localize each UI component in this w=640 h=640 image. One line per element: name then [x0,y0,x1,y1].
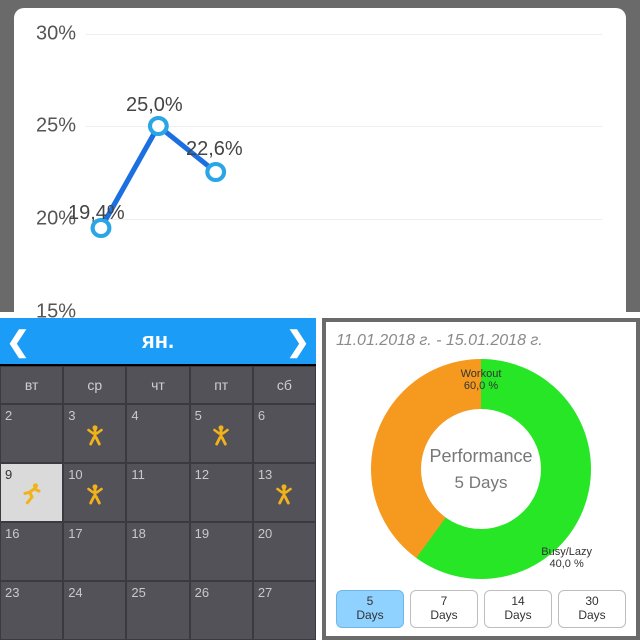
calendar-day[interactable]: 16 [0,522,63,581]
point-label-2: 22,6% [186,138,243,161]
line-svg [28,22,612,312]
stretch-icon [271,481,297,507]
calendar-day[interactable]: 11 [126,463,189,522]
range-selector: 5Days 7Days 14Days 30Days [336,590,626,628]
busy-slice-label: Busy/Lazy40,0 % [541,546,592,570]
calendar-day[interactable]: 19 [190,522,253,581]
calendar-day[interactable]: 10 [63,463,126,522]
calendar-day[interactable]: 25 [126,581,189,640]
calendar-day[interactable]: 9 [0,463,63,522]
calendar-day[interactable]: 3 [63,404,126,463]
calendar-day[interactable]: 20 [253,522,316,581]
stretch-icon [208,422,234,448]
weekday-header: пт [190,366,253,404]
weekday-header: чт [126,366,189,404]
stretch-icon [82,422,108,448]
donut-center-title: Performance [429,446,532,467]
calendar-day[interactable]: 17 [63,522,126,581]
calendar-day[interactable]: 5 [190,404,253,463]
calendar-day[interactable]: 26 [190,581,253,640]
next-month-button[interactable]: ❯ [280,318,316,364]
month-label: ян. [142,328,174,354]
stretch-icon [82,481,108,507]
calendar-grid: вт ср чт пт сб 2345691011121316171819202… [0,364,316,640]
prev-month-button[interactable]: ❮ [0,318,36,364]
range-7-days-button[interactable]: 7Days [410,590,478,628]
weekday-header: вт [0,366,63,404]
calendar-day[interactable]: 13 [253,463,316,522]
range-5-days-button[interactable]: 5Days [336,590,404,628]
calendar-day[interactable]: 12 [190,463,253,522]
donut-center-sub: 5 Days [455,473,508,493]
app-root: 30% 25% 20% 15% 19,4% 25,0% 22,6 [0,0,640,640]
calendar-day[interactable]: 27 [253,581,316,640]
run-icon [18,480,46,508]
calendar-day[interactable]: 18 [126,522,189,581]
performance-panel: 11.01.2018 г. - 15.01.2018 г. Performanc… [322,318,640,640]
calendar-header: ❮ ян. ❯ [0,318,316,364]
point-label-1: 25,0% [126,94,183,117]
workout-slice-label: Workout60,0 % [461,368,502,392]
donut-chart: Performance 5 Days Workout60,0 % Busy/La… [336,354,626,584]
calendar-panel: ❮ ян. ❯ вт ср чт пт сб 23456910111213161… [0,318,316,640]
phone-frame: 30% 25% 20% 15% 19,4% 25,0% 22,6 [0,0,640,312]
weekday-header: ср [63,366,126,404]
donut-center: Performance 5 Days [421,409,541,529]
chevron-right-icon: ❯ [286,325,309,358]
chevron-left-icon: ❮ [6,325,29,358]
line-chart: 30% 25% 20% 15% 19,4% 25,0% 22,6 [28,22,612,312]
calendar-day[interactable]: 24 [63,581,126,640]
range-30-days-button[interactable]: 30Days [558,590,626,628]
point-label-0: 19,4% [68,202,125,225]
performance-card: 11.01.2018 г. - 15.01.2018 г. Performanc… [326,322,636,636]
date-range-label: 11.01.2018 г. - 15.01.2018 г. [336,332,626,350]
calendar-day[interactable]: 6 [253,404,316,463]
bottom-row: ❮ ян. ❯ вт ср чт пт сб 23456910111213161… [0,318,640,640]
range-14-days-button[interactable]: 14Days [484,590,552,628]
calendar-day[interactable]: 2 [0,404,63,463]
calendar-day[interactable]: 23 [0,581,63,640]
calendar-day[interactable]: 4 [126,404,189,463]
weekday-header: сб [253,366,316,404]
line-chart-panel: 30% 25% 20% 15% 19,4% 25,0% 22,6 [0,0,640,318]
line-chart-card: 30% 25% 20% 15% 19,4% 25,0% 22,6 [14,8,626,312]
